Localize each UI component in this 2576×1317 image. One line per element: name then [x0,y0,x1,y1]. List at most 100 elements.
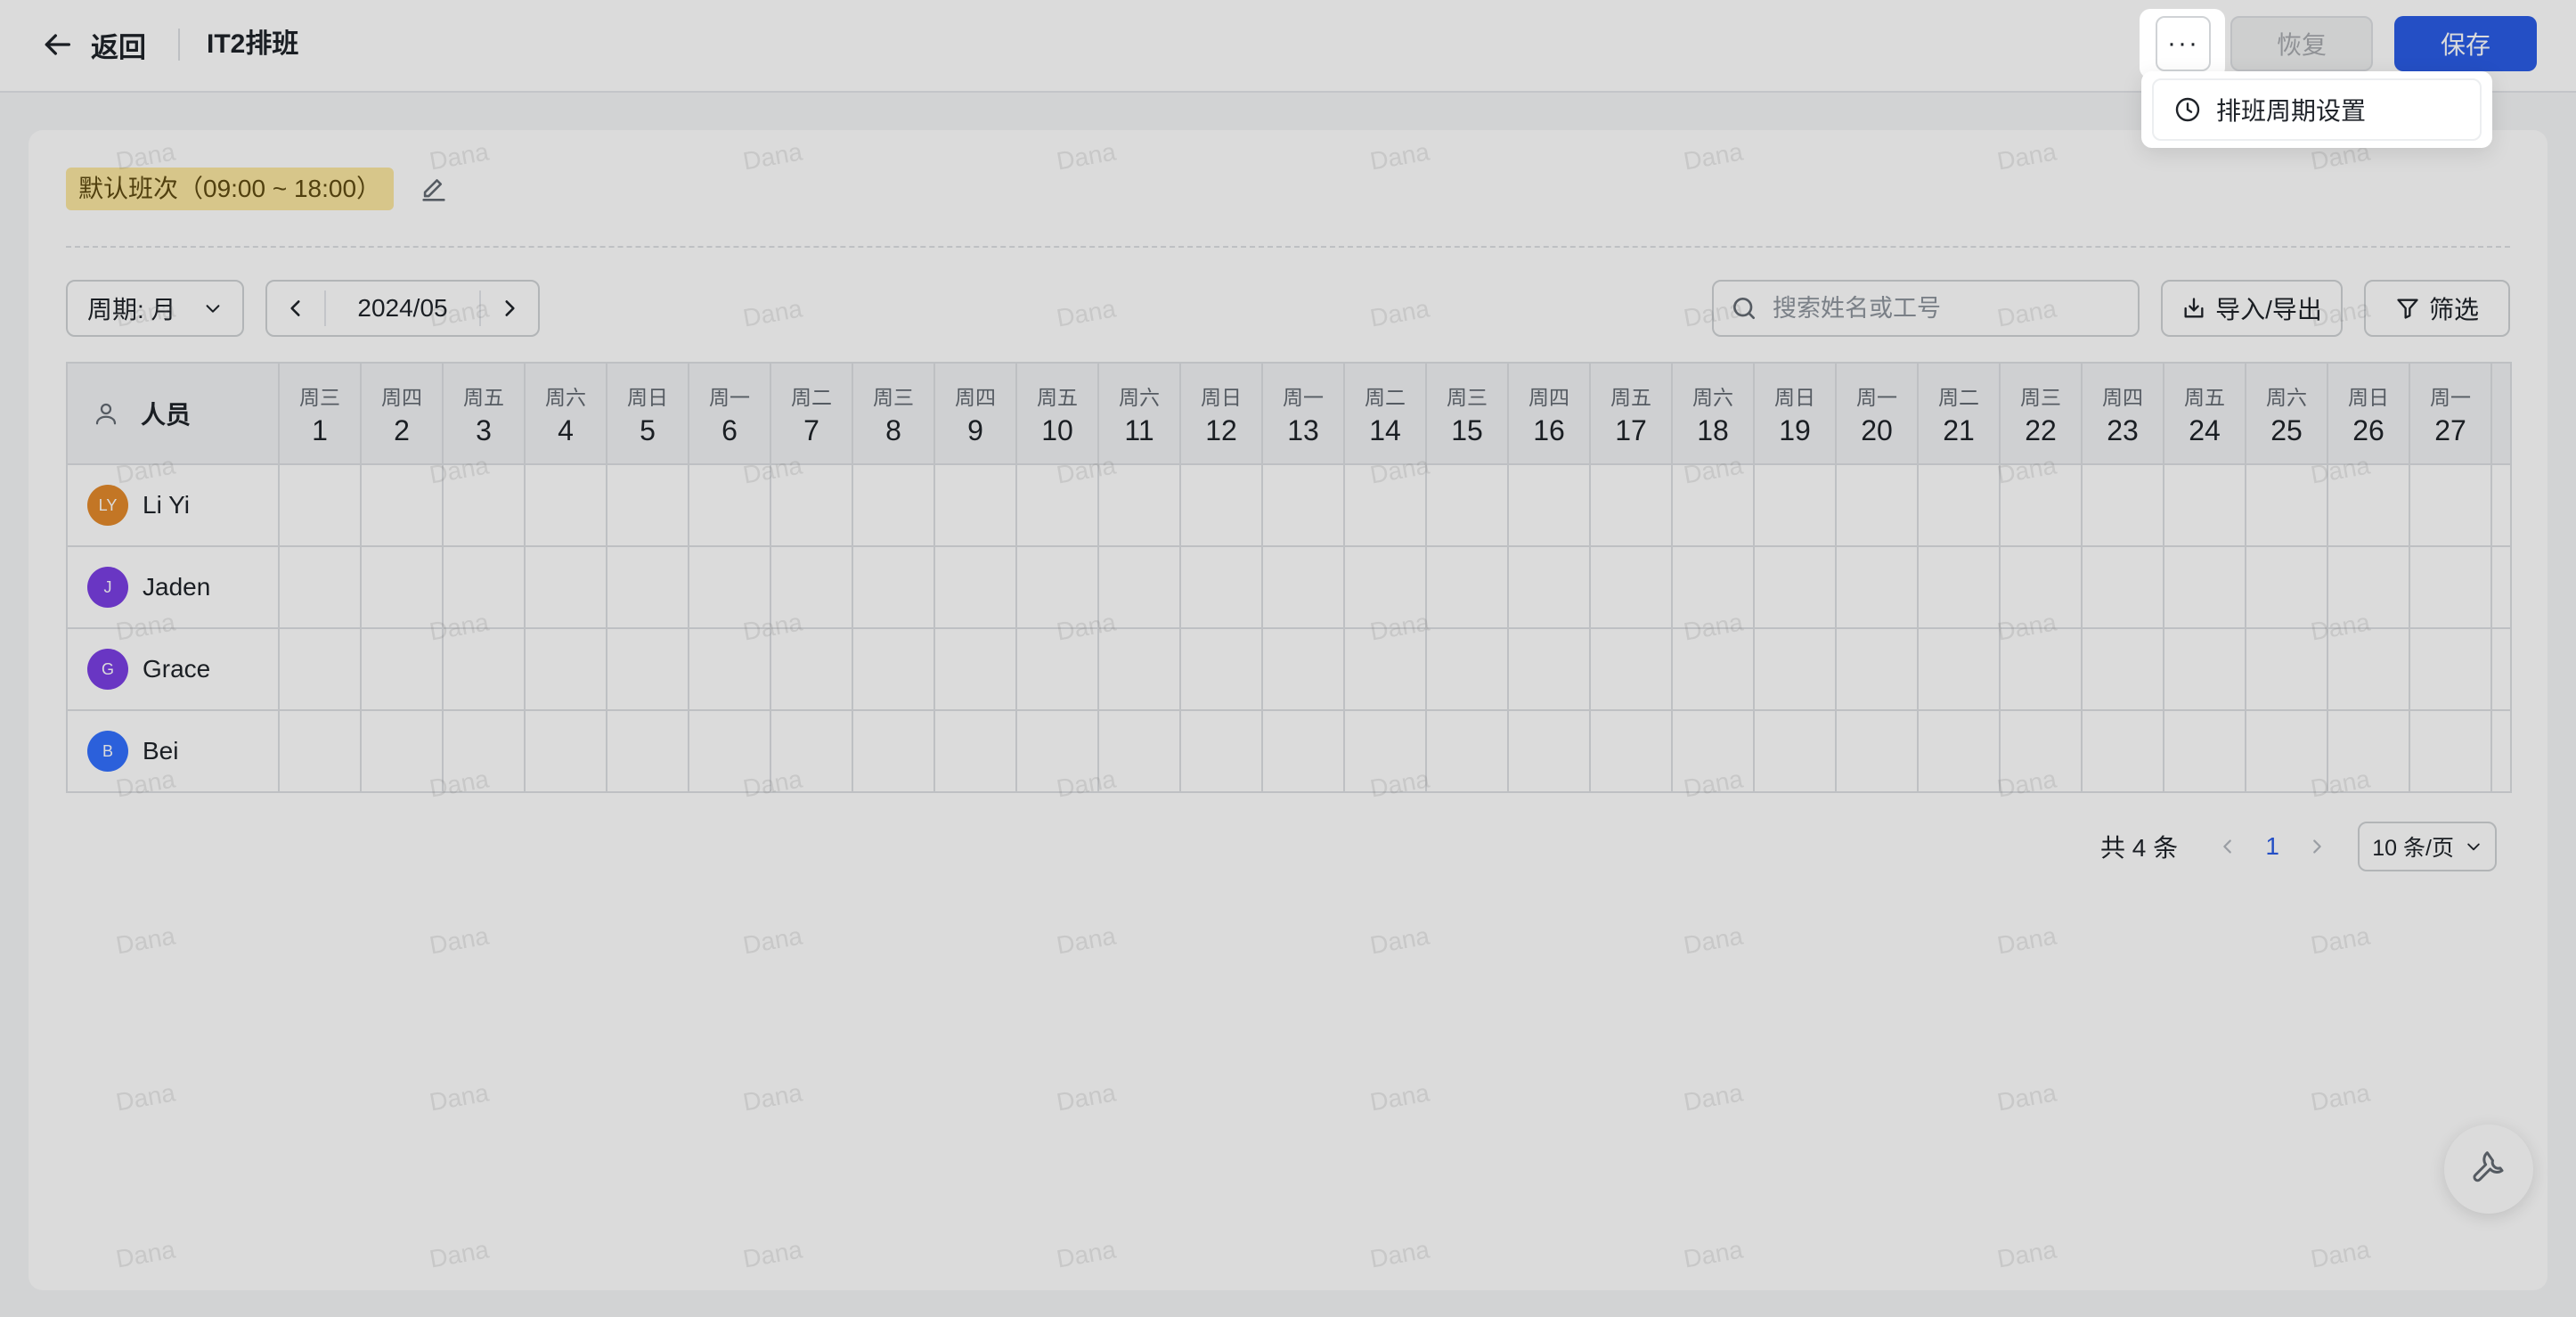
filter-button[interactable]: 筛选 [2364,280,2510,337]
schedule-cell[interactable] [771,465,853,545]
person-cell[interactable]: J Jaden [68,547,280,627]
menu-item-schedule-period-settings[interactable]: 排班周期设置 [2152,78,2482,141]
schedule-cell[interactable] [2164,711,2246,791]
schedule-cell[interactable] [444,711,526,791]
schedule-cell[interactable] [362,547,444,627]
schedule-cell[interactable] [1919,629,2001,709]
person-cell[interactable]: G Grace [68,629,280,709]
schedule-cell[interactable] [1509,547,1591,627]
search-box[interactable] [1712,280,2140,337]
schedule-cell[interactable] [689,465,771,545]
more-button[interactable]: ··· [2156,16,2211,71]
tools-float-button[interactable] [2444,1125,2533,1214]
schedule-cell[interactable] [1427,711,1509,791]
schedule-cell[interactable] [1591,629,1673,709]
schedule-cell[interactable] [771,547,853,627]
schedule-cell[interactable] [526,629,607,709]
schedule-cell[interactable] [362,465,444,545]
schedule-cell[interactable] [2328,629,2410,709]
schedule-cell[interactable] [362,629,444,709]
schedule-cell[interactable] [1017,465,1099,545]
schedule-cell[interactable] [1509,465,1591,545]
schedule-cell[interactable] [607,547,689,627]
schedule-cell[interactable] [1837,465,1919,545]
schedule-cell[interactable] [280,465,362,545]
schedule-cell[interactable] [2164,465,2246,545]
schedule-cell[interactable] [444,465,526,545]
schedule-cell[interactable] [2001,547,2083,627]
schedule-cell[interactable] [2083,711,2164,791]
schedule-cell[interactable] [1345,465,1427,545]
schedule-cell[interactable] [1919,547,2001,627]
schedule-cell[interactable] [1755,629,1837,709]
schedule-cell[interactable] [2246,465,2328,545]
schedule-cell[interactable] [1345,547,1427,627]
current-month[interactable]: 2024/05 [324,290,481,326]
schedule-cell[interactable] [1427,465,1509,545]
schedule-cell[interactable] [1427,547,1509,627]
schedule-cell[interactable] [1263,465,1345,545]
schedule-cell[interactable] [1017,711,1099,791]
schedule-cell[interactable] [935,629,1017,709]
schedule-cell[interactable] [1837,711,1919,791]
next-month-button[interactable] [481,282,538,335]
edit-icon[interactable] [419,175,449,205]
schedule-cell[interactable] [1673,547,1755,627]
schedule-cell[interactable] [280,629,362,709]
schedule-cell[interactable] [2328,547,2410,627]
schedule-cell[interactable] [1837,547,1919,627]
search-input[interactable] [1771,293,2122,323]
prev-month-button[interactable] [267,282,324,335]
schedule-cell[interactable] [853,465,935,545]
default-shift-tag[interactable]: 默认班次（09:00 ~ 18:00） [66,168,395,210]
schedule-cell[interactable] [1755,465,1837,545]
schedule-cell[interactable] [526,547,607,627]
schedule-cell[interactable] [2001,711,2083,791]
schedule-cell[interactable] [2410,711,2492,791]
schedule-cell[interactable] [2246,629,2328,709]
schedule-cell[interactable] [362,711,444,791]
schedule-cell[interactable] [1099,711,1181,791]
schedule-cell[interactable] [607,711,689,791]
schedule-cell[interactable] [689,711,771,791]
prev-page-button[interactable] [2208,827,2247,866]
next-page-button[interactable] [2297,827,2336,866]
schedule-cell[interactable] [1837,629,1919,709]
schedule-cell[interactable] [1099,629,1181,709]
import-export-button[interactable]: 导入/导出 [2161,280,2343,337]
schedule-cell[interactable] [2410,465,2492,545]
schedule-cell[interactable] [771,629,853,709]
schedule-cell[interactable] [1099,547,1181,627]
person-cell[interactable]: B Bei [68,711,280,791]
schedule-cell[interactable] [2083,629,2164,709]
schedule-cell[interactable] [1509,629,1591,709]
schedule-cell[interactable] [2328,465,2410,545]
schedule-cell[interactable] [2246,711,2328,791]
schedule-cell[interactable] [935,465,1017,545]
schedule-cell[interactable] [1509,711,1591,791]
schedule-cell[interactable] [1919,465,2001,545]
schedule-cell[interactable] [444,629,526,709]
schedule-cell[interactable] [280,711,362,791]
schedule-cell[interactable] [526,465,607,545]
schedule-cell[interactable] [1181,629,1263,709]
schedule-cell[interactable] [1017,547,1099,627]
schedule-cell[interactable] [1591,465,1673,545]
schedule-cell[interactable] [771,711,853,791]
schedule-cell[interactable] [2410,547,2492,627]
schedule-cell[interactable] [1345,711,1427,791]
schedule-cell[interactable] [280,547,362,627]
schedule-cell[interactable] [1345,629,1427,709]
schedule-cell[interactable] [853,711,935,791]
schedule-cell[interactable] [2410,629,2492,709]
schedule-cell[interactable] [607,629,689,709]
schedule-cell[interactable] [444,547,526,627]
schedule-cell[interactable] [1263,547,1345,627]
schedule-cell[interactable] [1591,711,1673,791]
schedule-cell[interactable] [1673,711,1755,791]
schedule-cell[interactable] [1919,711,2001,791]
schedule-cell[interactable] [607,465,689,545]
period-select[interactable]: 周期: 月 [66,280,244,337]
schedule-cell[interactable] [1181,547,1263,627]
schedule-cell[interactable] [1755,711,1837,791]
